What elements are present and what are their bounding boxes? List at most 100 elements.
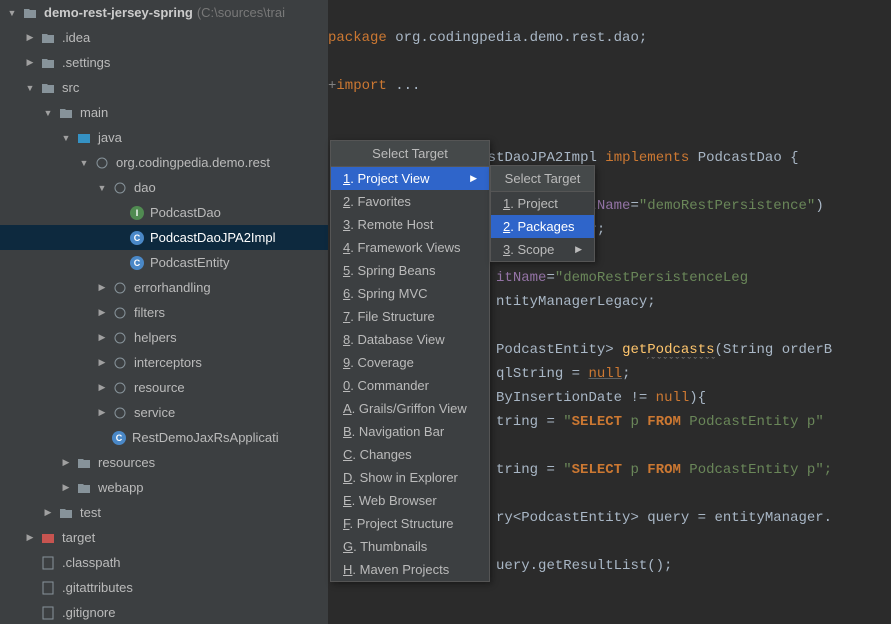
no-arrow xyxy=(24,582,36,594)
interface-icon: I xyxy=(130,206,144,220)
tree-item--idea[interactable]: ▶.idea xyxy=(0,25,328,50)
menu-item---show-in-explorer[interactable]: D. Show in Explorer xyxy=(331,466,489,489)
tree-item--settings[interactable]: ▶.settings xyxy=(0,50,328,75)
method-name: get xyxy=(622,342,647,358)
menu-item---project-view[interactable]: 1. Project View▶ xyxy=(331,167,489,190)
package-icon xyxy=(112,355,128,371)
menu-item---scope[interactable]: 3. Scope▶ xyxy=(491,238,594,261)
chevron-down-icon[interactable]: ▼ xyxy=(24,82,36,94)
var: qlString xyxy=(496,366,563,382)
menu-item---web-browser[interactable]: E. Web Browser xyxy=(331,489,489,512)
tree-item-resource[interactable]: ▶ resource xyxy=(0,375,328,400)
chevron-right-icon[interactable]: ▶ xyxy=(96,382,108,394)
tree-item-label: .classpath xyxy=(62,555,121,570)
chevron-right-icon[interactable]: ▶ xyxy=(96,282,108,294)
tree-item--classpath[interactable]: .classpath xyxy=(0,550,328,575)
tree-item-label: PodcastDao xyxy=(150,205,221,220)
package-icon xyxy=(112,180,128,196)
chevron-right-icon[interactable]: ▶ xyxy=(96,357,108,369)
menu-item---commander[interactable]: 0. Commander xyxy=(331,374,489,397)
tree-item-org-codingpedia-demo-rest[interactable]: ▼ org.codingpedia.demo.rest xyxy=(0,150,328,175)
select-target-popup[interactable]: Select Target 1. Project View▶2. Favorit… xyxy=(330,140,490,582)
tree-item-label: org.codingpedia.demo.rest xyxy=(116,155,270,170)
tree-item-filters[interactable]: ▶filters xyxy=(0,300,328,325)
package-icon xyxy=(112,280,128,296)
chevron-right-icon[interactable]: ▶ xyxy=(42,507,54,519)
tree-item-target[interactable]: ▶target xyxy=(0,525,328,550)
collapsed-imports[interactable]: ... xyxy=(395,78,420,94)
tree-item-src[interactable]: ▼ src xyxy=(0,75,328,100)
tree-item--gitattributes[interactable]: .gitattributes xyxy=(0,575,328,600)
menu-item---framework-views[interactable]: 4. Framework Views xyxy=(331,236,489,259)
tree-item-dao[interactable]: ▼ dao xyxy=(0,175,328,200)
tree-item-label: dao xyxy=(134,180,156,195)
sql-keyword: FROM xyxy=(647,414,681,430)
chevron-down-icon[interactable]: ▼ xyxy=(42,107,54,119)
interface-name: PodcastDao xyxy=(698,150,782,166)
expr: ByInsertionDate != xyxy=(496,390,656,406)
chevron-down-icon[interactable]: ▼ xyxy=(96,182,108,194)
menu-item---navigation-bar[interactable]: B. Navigation Bar xyxy=(331,420,489,443)
tree-item-label: src xyxy=(62,80,79,95)
select-target-submenu[interactable]: Select Target 1. Project2. Packages3. Sc… xyxy=(490,165,595,262)
class-icon: C xyxy=(130,231,144,245)
tree-item-label: main xyxy=(80,105,108,120)
menu-item---project[interactable]: 1. Project xyxy=(491,192,594,215)
menu-item---remote-host[interactable]: 3. Remote Host xyxy=(331,213,489,236)
chevron-right-icon: ▶ xyxy=(575,244,582,255)
menu-item---grails-griffon-view[interactable]: A. Grails/Griffon View xyxy=(331,397,489,420)
menu-item---project-structure[interactable]: F. Project Structure xyxy=(331,512,489,535)
menu-item---spring-mvc[interactable]: 6. Spring MVC xyxy=(331,282,489,305)
tree-item-podcastentity[interactable]: CPodcastEntity xyxy=(0,250,328,275)
package-icon xyxy=(112,405,128,421)
tree-item-service[interactable]: ▶ service xyxy=(0,400,328,425)
tree-item-podcastdao[interactable]: I PodcastDao xyxy=(0,200,328,225)
tree-item-webapp[interactable]: ▶webapp xyxy=(0,475,328,500)
tree-item-label: helpers xyxy=(134,330,177,345)
chevron-right-icon[interactable]: ▶ xyxy=(96,407,108,419)
tree-item-java[interactable]: ▼java xyxy=(0,125,328,150)
chevron-right-icon[interactable]: ▶ xyxy=(96,332,108,344)
chevron-down-icon[interactable]: ▼ xyxy=(60,132,72,144)
menu-item---database-view[interactable]: 8. Database View xyxy=(331,328,489,351)
chevron-right-icon[interactable]: ▶ xyxy=(24,57,36,69)
menu-item---maven-projects[interactable]: H. Maven Projects xyxy=(331,558,489,581)
tree-item-demo-rest-jersey-spring[interactable]: ▼demo-rest-jersey-spring (C:\sources\tra… xyxy=(0,0,328,25)
menu-item---changes[interactable]: C. Changes xyxy=(331,443,489,466)
menu-item---spring-beans[interactable]: 5. Spring Beans xyxy=(331,259,489,282)
chevron-right-icon[interactable]: ▶ xyxy=(96,307,108,319)
tree-item-interceptors[interactable]: ▶interceptors xyxy=(0,350,328,375)
null-literal: null xyxy=(588,366,622,382)
chevron-right-icon[interactable]: ▶ xyxy=(24,32,36,44)
tree-item-resources[interactable]: ▶resources xyxy=(0,450,328,475)
tree-item-restdemojaxrsapplicati[interactable]: CRestDemoJaxRsApplicati xyxy=(0,425,328,450)
chevron-down-icon[interactable]: ▼ xyxy=(6,7,18,19)
tree-item-test[interactable]: ▶test xyxy=(0,500,328,525)
menu-item---thumbnails[interactable]: G. Thumbnails xyxy=(331,535,489,558)
no-arrow xyxy=(24,607,36,619)
no-arrow xyxy=(114,207,126,219)
tree-item-errorhandling[interactable]: ▶errorhandling xyxy=(0,275,328,300)
assign-2: tring = xyxy=(496,462,563,478)
tree-item-main[interactable]: ▼ main xyxy=(0,100,328,125)
tree-item-label: service xyxy=(134,405,175,420)
tree-item--gitignore[interactable]: .gitignore xyxy=(0,600,328,624)
chevron-right-icon[interactable]: ▶ xyxy=(60,482,72,494)
menu-item---packages[interactable]: 2. Packages xyxy=(491,215,594,238)
chevron-down-icon[interactable]: ▼ xyxy=(78,157,90,169)
tree-item-helpers[interactable]: ▶ helpers xyxy=(0,325,328,350)
package-name: org.codingpedia.demo.rest.dao xyxy=(395,30,639,46)
tree-item-podcastdaojpa2impl[interactable]: C PodcastDaoJPA2Impl xyxy=(0,225,328,250)
chevron-right-icon[interactable]: ▶ xyxy=(60,457,72,469)
string-literal: "demoRestPersistence" xyxy=(639,198,815,214)
folder-open-icon xyxy=(58,105,74,121)
menu-item---favorites[interactable]: 2. Favorites xyxy=(331,190,489,213)
tree-item-label: resource xyxy=(134,380,185,395)
tree-item-label: PodcastDaoJPA2Impl xyxy=(150,230,276,245)
project-tree[interactable]: ▼demo-rest-jersey-spring (C:\sources\tra… xyxy=(0,0,328,624)
chevron-right-icon[interactable]: ▶ xyxy=(24,532,36,544)
menu-item---file-structure[interactable]: 7. File Structure xyxy=(331,305,489,328)
menu-item---coverage[interactable]: 9. Coverage xyxy=(331,351,489,374)
null-literal-2: null xyxy=(656,390,690,406)
package-icon xyxy=(112,380,128,396)
